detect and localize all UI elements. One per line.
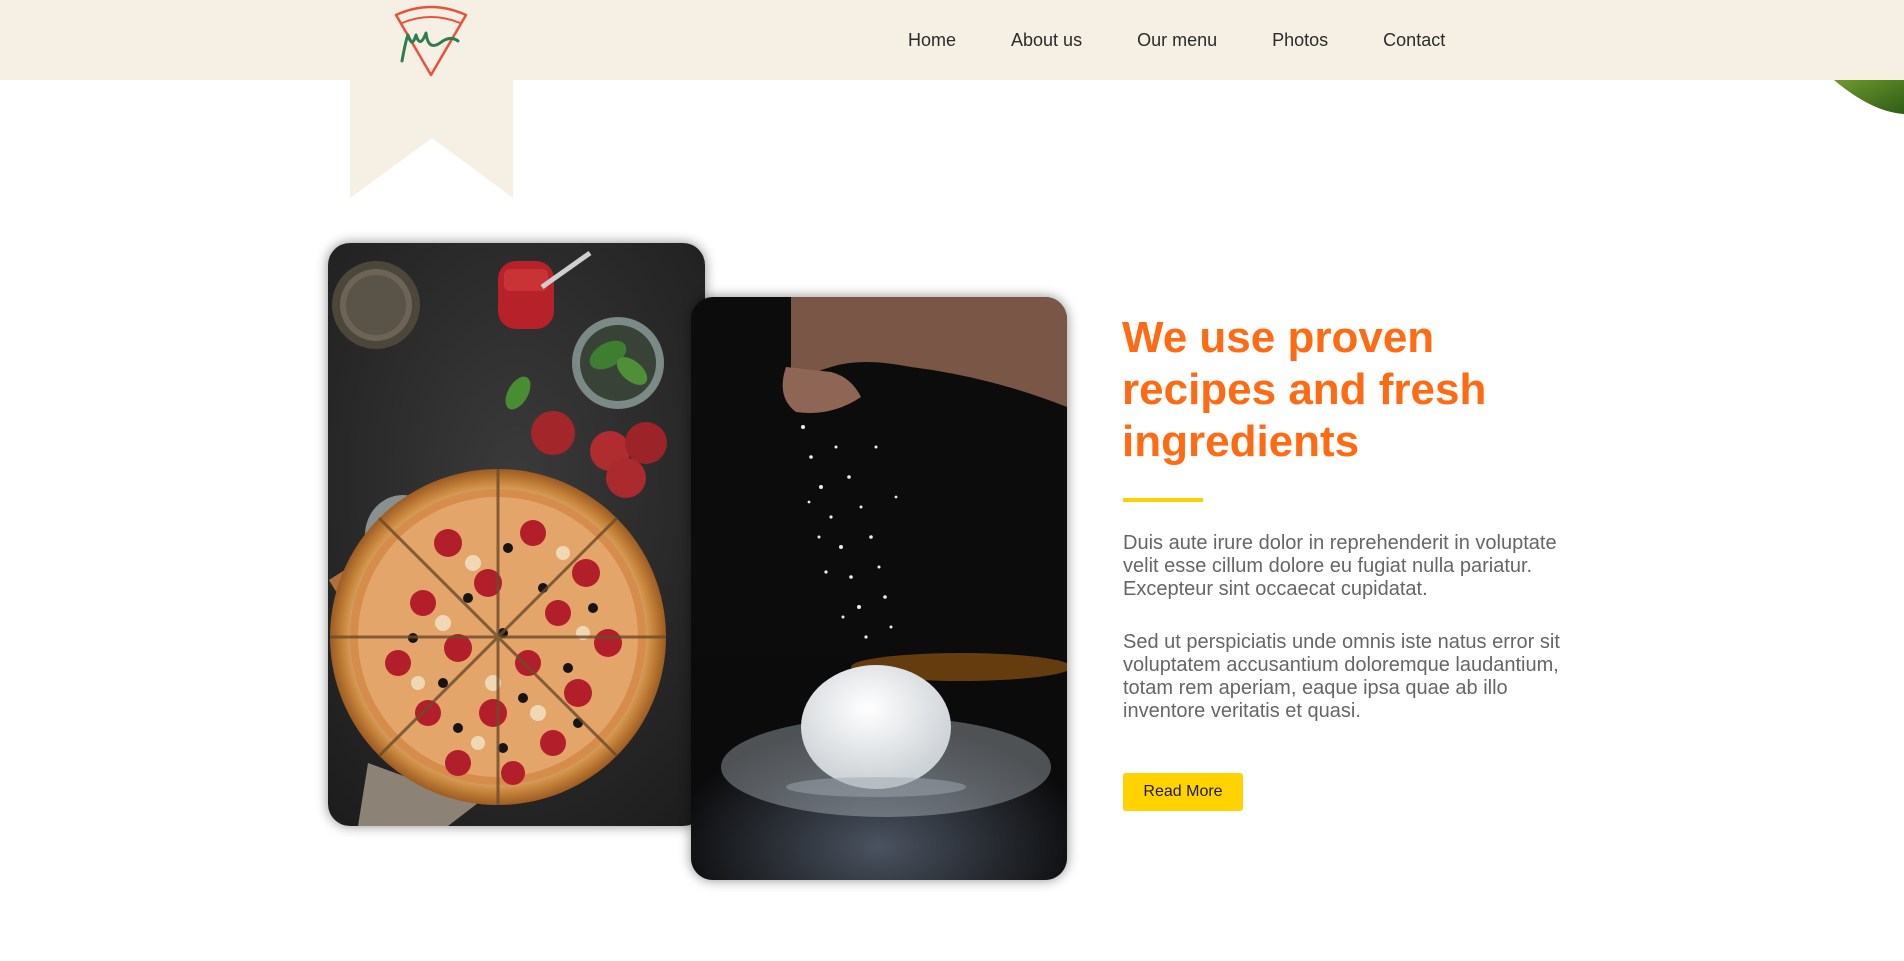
leaf-decoration [1834,80,1904,114]
nav-item-photos[interactable]: Photos [1272,30,1328,51]
dough-photo [691,297,1067,880]
section-heading: We use proven recipes and fresh ingredie… [1122,313,1487,466]
pizza-slice-logo-icon [394,5,468,77]
logo-ribbon [350,78,513,198]
nav-item-home[interactable]: Home [908,30,956,51]
nav-item-about-us[interactable]: About us [1011,30,1082,51]
main-nav: Home About us Our menu Photos Contact [908,0,1500,80]
about-paragraph-2: Sed ut perspiciatis unde omnis iste natu… [1123,631,1560,722]
heading-accent-line [1123,498,1203,502]
nav-item-contact[interactable]: Contact [1383,30,1445,51]
about-paragraph-1: Duis aute irure dolor in reprehenderit i… [1123,532,1557,600]
nav-item-our-menu[interactable]: Our menu [1137,30,1217,51]
read-more-button[interactable]: Read More [1123,773,1243,811]
pizza-photo [328,243,705,826]
logo-link[interactable] [392,5,470,80]
